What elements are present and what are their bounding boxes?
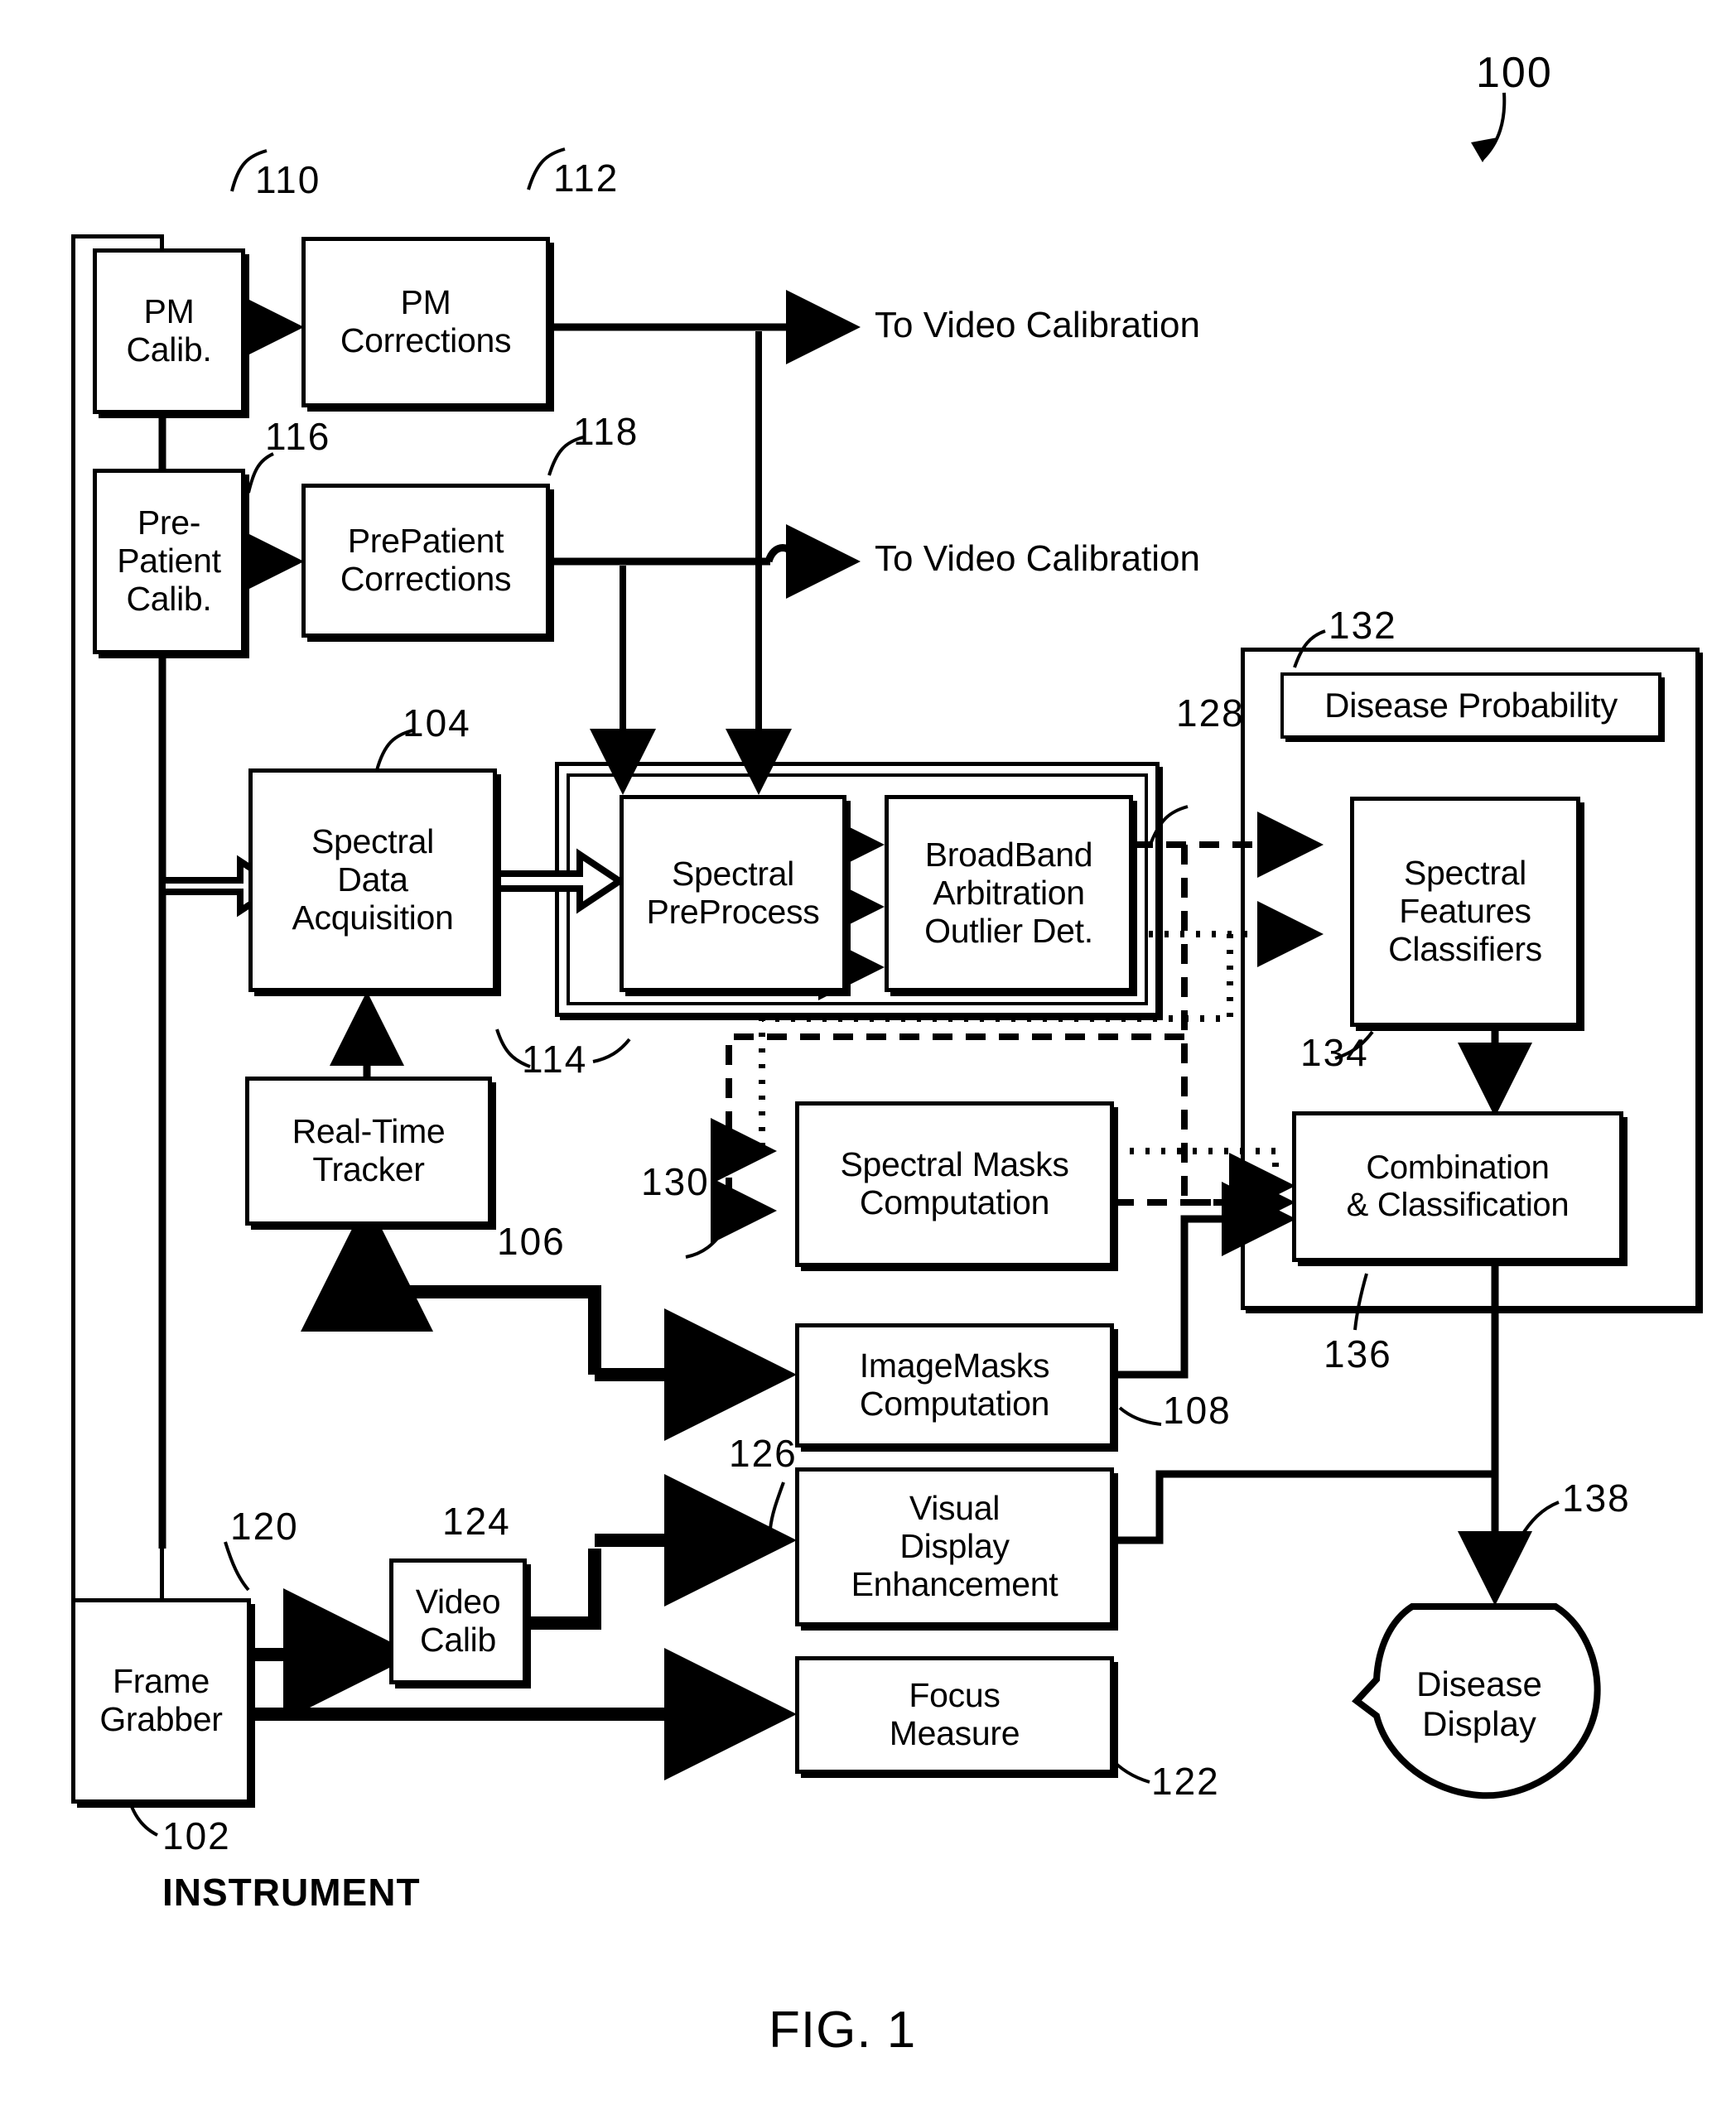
block-image-masks-computation-label: ImageMasks Computation xyxy=(859,1346,1050,1423)
block-prepatient-corrections-label: PrePatient Corrections xyxy=(340,522,512,598)
block-prepatient-calib[interactable]: Pre- Patient Calib. xyxy=(93,469,245,654)
block-focus-measure[interactable]: Focus Measure xyxy=(795,1656,1114,1774)
block-frame-grabber-label: Frame Grabber xyxy=(99,1662,223,1738)
block-prepatient-corrections[interactable]: PrePatient Corrections xyxy=(301,484,550,638)
ref-126: 126 xyxy=(729,1432,798,1475)
block-frame-grabber[interactable]: Frame Grabber xyxy=(71,1598,251,1804)
block-disease-display-label: Disease Display xyxy=(1416,1664,1542,1743)
block-combination-classification[interactable]: Combination & Classification xyxy=(1292,1111,1623,1262)
block-visual-display-enhancement[interactable]: Visual Display Enhancement xyxy=(795,1467,1114,1626)
block-focus-measure-label: Focus Measure xyxy=(889,1676,1020,1752)
block-broadband-arbitration[interactable]: BroadBand Arbitration Outlier Det. xyxy=(885,795,1133,992)
ref-124: 124 xyxy=(442,1500,511,1543)
block-realtime-tracker-label: Real-Time Tracker xyxy=(292,1112,446,1188)
ref-132: 132 xyxy=(1329,604,1397,647)
ref-104: 104 xyxy=(403,701,471,744)
figure-label: FIG. 1 xyxy=(769,2002,917,2059)
instrument-label: INSTRUMENT xyxy=(162,1871,421,1914)
block-combination-classification-label: Combination & Classification xyxy=(1346,1149,1570,1223)
ref-130: 130 xyxy=(641,1160,710,1203)
block-pm-calib-label: PM Calib. xyxy=(126,292,212,369)
ref-122: 122 xyxy=(1151,1760,1220,1803)
block-spectral-masks-computation-label: Spectral Masks Computation xyxy=(840,1145,1069,1221)
block-image-masks-computation[interactable]: ImageMasks Computation xyxy=(795,1323,1114,1448)
block-spectral-preprocess[interactable]: Spectral PreProcess xyxy=(620,795,846,992)
ref-116: 116 xyxy=(265,415,331,458)
ref-136: 136 xyxy=(1324,1332,1392,1375)
ref-100: 100 xyxy=(1476,49,1553,97)
block-pm-calib[interactable]: PM Calib. xyxy=(93,248,245,414)
block-broadband-arbitration-label: BroadBand Arbitration Outlier Det. xyxy=(924,836,1093,950)
block-pm-corrections[interactable]: PM Corrections xyxy=(301,237,550,407)
annotation-to-video-calibration-top: To Video Calibration xyxy=(875,305,1200,345)
ref-138: 138 xyxy=(1562,1477,1631,1520)
block-spectral-data-acquisition-label: Spectral Data Acquisition xyxy=(292,822,454,937)
ref-120: 120 xyxy=(230,1505,299,1548)
block-disease-probability-label: Disease Probability xyxy=(1324,686,1618,725)
block-spectral-preprocess-label: Spectral PreProcess xyxy=(646,855,820,931)
ref-102: 102 xyxy=(162,1814,231,1857)
block-pm-corrections-label: PM Corrections xyxy=(340,283,512,359)
block-video-calib-label: Video Calib xyxy=(415,1582,501,1659)
ref-118: 118 xyxy=(573,410,639,453)
ref-128: 128 xyxy=(1176,691,1245,735)
ref-110: 110 xyxy=(255,158,321,201)
ref-114: 114 xyxy=(522,1038,588,1081)
block-realtime-tracker[interactable]: Real-Time Tracker xyxy=(245,1077,492,1226)
block-prepatient-calib-label: Pre- Patient Calib. xyxy=(117,503,221,618)
annotation-to-video-calibration-bottom: To Video Calibration xyxy=(875,538,1200,579)
ref-108: 108 xyxy=(1163,1389,1232,1432)
patent-figure-canvas: PM Calib. PM Corrections Pre- Patient Calib.… xyxy=(0,0,1736,2110)
block-spectral-features-classifiers-label: Spectral Features Classifiers xyxy=(1388,854,1542,968)
block-spectral-masks-computation[interactable]: Spectral Masks Computation xyxy=(795,1101,1114,1267)
ref-112: 112 xyxy=(553,157,620,200)
ref-134: 134 xyxy=(1300,1031,1369,1074)
block-video-calib[interactable]: Video Calib xyxy=(389,1558,527,1684)
block-spectral-data-acquisition[interactable]: Spectral Data Acquisition xyxy=(248,768,497,992)
block-disease-probability-title[interactable]: Disease Probability xyxy=(1280,672,1661,739)
ref-106: 106 xyxy=(497,1220,566,1263)
block-visual-display-enhancement-label: Visual Display Enhancement xyxy=(851,1489,1058,1603)
block-spectral-features-classifiers[interactable]: Spectral Features Classifiers xyxy=(1350,797,1580,1027)
